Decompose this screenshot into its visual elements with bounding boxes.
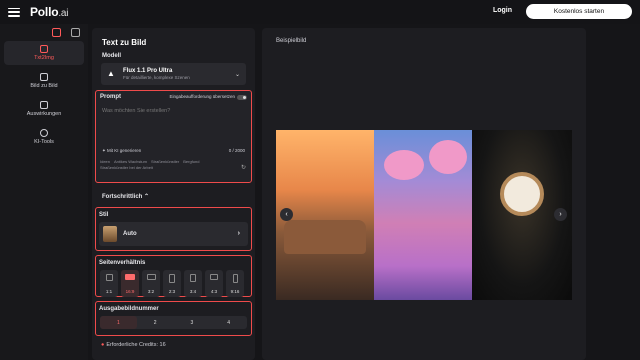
aspect-option[interactable]: 2:3 xyxy=(163,270,181,297)
prompt-ideas: Ideen Antikes Wachstum Straßenkünstler B… xyxy=(96,154,236,170)
aspect-option[interactable]: 1:1 xyxy=(100,270,118,297)
tall-icon xyxy=(232,274,238,283)
style-thumbnail xyxy=(103,226,117,242)
side-rail: Txt2Img Bild zu Bild Auswirkungen KI-Too… xyxy=(0,24,88,360)
square-icon xyxy=(105,274,113,281)
prompt-section: Prompt Eingabeaufforderung übersetzen Wa… xyxy=(95,90,252,183)
panel-title: Text zu Bild xyxy=(102,38,147,47)
video-mode-icon[interactable] xyxy=(71,28,80,37)
example-gallery: Beispielbild ‹ › xyxy=(262,28,586,360)
aspect-ratio-section: Seitenverhältnis 1:1 16:9 3:2 2:3 3:4 4:… xyxy=(95,255,252,297)
wide-icon xyxy=(125,274,135,280)
idea-tag[interactable]: Straßenkünstler bei der Arbeit xyxy=(100,165,153,170)
rail-item-txt2img[interactable]: Txt2Img xyxy=(4,41,84,65)
portrait-icon xyxy=(169,274,175,283)
output-option[interactable]: 3 xyxy=(174,316,211,329)
image-icon xyxy=(40,73,48,81)
chevron-up-icon: ⌃ xyxy=(144,194,150,200)
output-option[interactable]: 4 xyxy=(210,316,247,329)
rail-item-img2img[interactable]: Bild zu Bild xyxy=(4,69,84,93)
prompt-label: Prompt xyxy=(100,94,121,100)
tools-icon xyxy=(40,129,48,137)
model-name: Flux 1.1 Pro Ultra xyxy=(123,68,173,74)
aspect-option-selected[interactable]: 16:9 xyxy=(121,270,139,297)
chevron-right-icon: › xyxy=(237,230,240,237)
output-option-selected[interactable]: 1 xyxy=(100,316,137,329)
ai-generate-button[interactable]: ✦ Mit KI generieren xyxy=(102,148,141,154)
output-count-section: Ausgabebildnummer 1 2 3 4 xyxy=(95,301,252,336)
car-shape xyxy=(284,220,366,254)
prompt-input[interactable]: Was möchten Sie erstellen? xyxy=(100,104,247,148)
portrait-icon xyxy=(190,274,196,282)
landscape-icon xyxy=(210,274,218,280)
style-section: Stil Auto › xyxy=(95,207,252,251)
aspect-ratio-label: Seitenverhältnis xyxy=(99,260,146,266)
char-count: 0 / 2000 xyxy=(228,148,245,153)
ideas-label: Ideen xyxy=(100,159,111,164)
idea-tag[interactable]: Straßenkünstler xyxy=(151,159,179,164)
signup-button[interactable]: Kostenlos starten xyxy=(526,4,632,19)
aspect-option[interactable]: 3:2 xyxy=(142,270,160,297)
effects-icon xyxy=(40,101,48,109)
next-arrow-icon[interactable]: › xyxy=(554,208,567,221)
image-mode-icon[interactable] xyxy=(52,28,61,37)
idea-tag[interactable]: Bergfund xyxy=(183,159,199,164)
aspect-option[interactable]: 4:3 xyxy=(205,270,223,297)
aspect-option[interactable]: 9:16 xyxy=(226,270,244,297)
model-select[interactable]: ▲ Flux 1.1 Pro Ultra Für detaillierte, k… xyxy=(101,63,246,85)
logo[interactable]: Pollo.ai xyxy=(30,5,69,19)
translate-toggle[interactable]: Eingabeaufforderung übersetzen xyxy=(170,94,247,100)
top-bar: Pollo.ai Login Kostenlos starten xyxy=(0,0,640,24)
example-image-trees[interactable] xyxy=(374,130,472,300)
credit-icon: ● xyxy=(101,342,105,348)
chevron-down-icon: ⌄ xyxy=(234,72,240,78)
hamburger-menu-icon[interactable] xyxy=(8,7,20,17)
aspect-option[interactable]: 3:4 xyxy=(184,270,202,297)
credits-info: ● Erforderliche Credits: 16 xyxy=(101,342,166,348)
model-description: Für detaillierte, komplexe Szenen xyxy=(123,75,190,80)
style-label: Stil xyxy=(99,212,109,218)
gallery-title: Beispielbild xyxy=(276,38,307,44)
landscape-icon xyxy=(146,274,156,280)
prev-arrow-icon[interactable]: ‹ xyxy=(280,208,293,221)
example-images xyxy=(276,130,572,300)
advanced-toggle[interactable]: Fortschrittlich ⌃ xyxy=(102,193,149,200)
output-option[interactable]: 2 xyxy=(137,316,174,329)
output-count-label: Ausgabebildnummer xyxy=(99,306,159,312)
text-image-icon xyxy=(40,45,48,53)
rail-item-effects[interactable]: Auswirkungen xyxy=(4,97,84,121)
style-select[interactable]: Auto › xyxy=(99,222,248,246)
watch-shape xyxy=(500,172,544,216)
settings-panel: Text zu Bild Modell ▲ Flux 1.1 Pro Ultra… xyxy=(92,28,255,360)
tree-shape xyxy=(384,150,424,180)
toggle-switch-icon xyxy=(237,94,247,100)
rail-item-ai-tools[interactable]: KI-Tools xyxy=(4,125,84,149)
model-label: Modell xyxy=(102,53,121,59)
idea-tag[interactable]: Antikes Wachstum xyxy=(114,159,147,164)
model-logo-icon: ▲ xyxy=(107,69,115,78)
refresh-ideas-icon[interactable]: ↻ xyxy=(241,164,246,171)
tree-shape xyxy=(429,140,467,174)
login-link[interactable]: Login xyxy=(493,7,512,14)
